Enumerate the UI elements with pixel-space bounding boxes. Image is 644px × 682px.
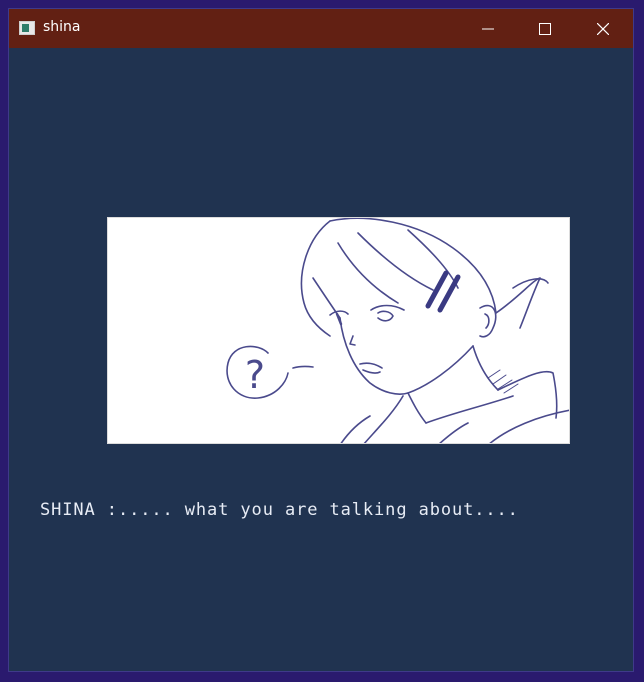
minimize-icon: [482, 28, 494, 29]
app-window-icon: [19, 21, 35, 35]
game-viewport[interactable]: ? SHINA :..... what you are talking abou…: [9, 48, 633, 671]
speech-bubble-question-mark: ?: [245, 353, 265, 397]
game-window: shina ? SHINA:..... what you are talkin…: [8, 8, 634, 672]
maximize-icon: [539, 22, 551, 35]
title-bar[interactable]: shina: [9, 9, 633, 48]
close-button[interactable]: [574, 9, 632, 48]
close-icon: [597, 22, 609, 35]
character-sketch: ?: [226, 218, 569, 443]
minimize-button[interactable]: [459, 9, 517, 48]
window-title: shina: [43, 19, 81, 35]
character-portrait: ?: [107, 217, 570, 444]
dialogue-text: SHINA :..... what you are talking about.…: [40, 500, 519, 520]
maximize-button[interactable]: [516, 9, 574, 48]
